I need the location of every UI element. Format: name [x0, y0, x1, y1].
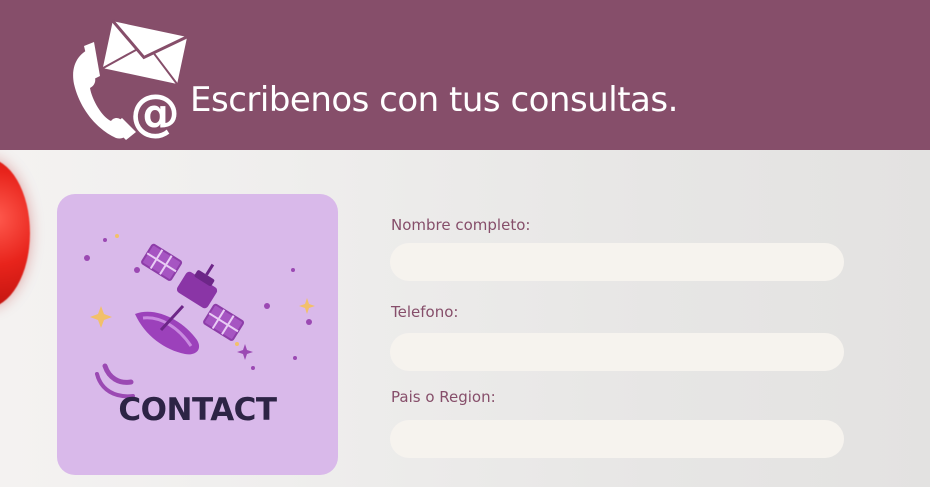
page-title: Escribenos con tus consultas.: [190, 80, 678, 120]
full-name-label: Nombre completo:: [391, 216, 531, 234]
content-area: CONTACT Nombre completo: Telefono: Pais …: [0, 150, 930, 487]
contact-card: CONTACT: [57, 194, 338, 475]
country-region-input[interactable]: [390, 420, 844, 458]
contact-form: Nombre completo: Telefono: Pais o Region…: [390, 150, 850, 487]
phone-label: Telefono:: [391, 303, 459, 321]
phone-mail-at-icon: @: [73, 18, 190, 142]
satellite-illustration: [84, 234, 315, 399]
svg-text:@: @: [130, 84, 180, 142]
country-region-label: Pais o Region:: [391, 388, 496, 406]
contact-label: CONTACT: [118, 392, 277, 428]
page-header: @ Escribenos con tus consultas.: [0, 0, 930, 150]
phone-input[interactable]: [390, 333, 844, 371]
red-button-decoration: [0, 158, 30, 308]
full-name-input[interactable]: [390, 243, 844, 281]
